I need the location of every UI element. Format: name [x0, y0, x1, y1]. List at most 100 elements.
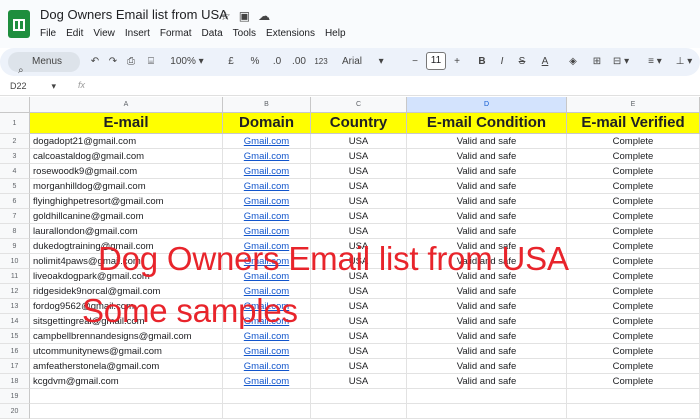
font-size-increase-button[interactable]: + [452, 48, 462, 76]
table-cell-condition[interactable]: Valid and safe [407, 209, 567, 224]
column-header-c[interactable]: C [311, 97, 407, 113]
column-header-d[interactable]: D [407, 97, 567, 113]
table-cell-country[interactable]: USA [311, 299, 407, 314]
row-header[interactable]: 7 [0, 209, 30, 224]
row-header[interactable]: 18 [0, 374, 30, 389]
table-cell-verified[interactable]: Complete [567, 239, 700, 254]
align-icon[interactable]: ≡ ▾ [644, 48, 666, 76]
star-icon[interactable]: ☆ [220, 9, 231, 23]
table-cell-condition[interactable]: Valid and safe [407, 344, 567, 359]
increase-decimal-button[interactable]: .00 [290, 48, 308, 76]
row-header[interactable]: 19 [0, 389, 30, 404]
row-header[interactable]: 3 [0, 149, 30, 164]
header-cell[interactable]: Domain [223, 113, 311, 134]
empty-cell[interactable] [407, 389, 567, 404]
number-format-button[interactable]: 123 [312, 48, 330, 76]
row-header[interactable]: 14 [0, 314, 30, 329]
table-cell-country[interactable]: USA [311, 329, 407, 344]
row-header[interactable]: 4 [0, 164, 30, 179]
table-cell-country[interactable]: USA [311, 179, 407, 194]
table-cell-condition[interactable]: Valid and safe [407, 194, 567, 209]
table-cell-verified[interactable]: Complete [567, 224, 700, 239]
empty-cell[interactable] [223, 404, 311, 419]
header-cell[interactable]: E-mail Condition [407, 113, 567, 134]
menu-item-insert[interactable]: Insert [125, 28, 150, 39]
menu-item-format[interactable]: Format [160, 28, 192, 39]
table-cell-email[interactable]: kcgdvm@gmail.com [30, 374, 223, 389]
text-color-icon[interactable]: A [538, 48, 552, 76]
table-cell-verified[interactable]: Complete [567, 329, 700, 344]
table-cell-condition[interactable]: Valid and safe [407, 374, 567, 389]
table-cell-domain[interactable]: Gmail.com [223, 224, 311, 239]
table-cell-condition[interactable]: Valid and safe [407, 359, 567, 374]
table-cell-condition[interactable]: Valid and safe [407, 299, 567, 314]
table-cell-verified[interactable]: Complete [567, 359, 700, 374]
move-folder-icon[interactable]: ▣ [239, 9, 250, 23]
table-cell-email[interactable]: flyinghighpetresort@gmail.com [30, 194, 223, 209]
menu-item-tools[interactable]: Tools [233, 28, 256, 39]
table-cell-country[interactable]: USA [311, 344, 407, 359]
table-cell-domain[interactable]: Gmail.com [223, 344, 311, 359]
table-cell-verified[interactable]: Complete [567, 269, 700, 284]
table-cell-verified[interactable]: Complete [567, 134, 700, 149]
table-cell-domain[interactable]: Gmail.com [223, 209, 311, 224]
row-header[interactable]: 20 [0, 404, 30, 419]
header-cell[interactable]: E-mail Verified [567, 113, 700, 134]
table-cell-verified[interactable]: Complete [567, 314, 700, 329]
select-all-corner[interactable] [0, 97, 30, 113]
table-cell-condition[interactable]: Valid and safe [407, 284, 567, 299]
table-cell-email[interactable]: dogadopt21@gmail.com [30, 134, 223, 149]
empty-cell[interactable] [567, 389, 700, 404]
row-header[interactable]: 1 [0, 113, 30, 134]
row-header[interactable]: 9 [0, 239, 30, 254]
table-cell-domain[interactable]: Gmail.com [223, 359, 311, 374]
bold-icon[interactable]: B [476, 48, 488, 76]
table-cell-verified[interactable]: Complete [567, 344, 700, 359]
table-cell-verified[interactable]: Complete [567, 164, 700, 179]
table-cell-condition[interactable]: Valid and safe [407, 224, 567, 239]
table-cell-country[interactable]: USA [311, 164, 407, 179]
currency-button[interactable]: £ [226, 48, 236, 76]
row-header[interactable]: 10 [0, 254, 30, 269]
table-cell-country[interactable]: USA [311, 209, 407, 224]
row-header[interactable]: 15 [0, 329, 30, 344]
table-cell-verified[interactable]: Complete [567, 179, 700, 194]
table-cell-country[interactable]: USA [311, 149, 407, 164]
table-cell-country[interactable]: USA [311, 359, 407, 374]
table-cell-domain[interactable]: Gmail.com [223, 134, 311, 149]
zoom-select[interactable]: 100% ▾ [170, 48, 204, 76]
row-header[interactable]: 6 [0, 194, 30, 209]
menu-item-edit[interactable]: Edit [66, 28, 83, 39]
table-cell-email[interactable]: calcoastaldog@gmail.com [30, 149, 223, 164]
font-size-input[interactable]: 11 [426, 52, 446, 70]
table-cell-country[interactable]: USA [311, 134, 407, 149]
row-header[interactable]: 16 [0, 344, 30, 359]
document-title[interactable]: Dog Owners Email list from USA [40, 7, 228, 22]
table-cell-country[interactable]: USA [311, 374, 407, 389]
table-cell-country[interactable]: USA [311, 314, 407, 329]
table-cell-verified[interactable]: Complete [567, 254, 700, 269]
menus-search[interactable]: ⌕ Menus [8, 52, 80, 76]
menu-item-data[interactable]: Data [202, 28, 223, 39]
empty-cell[interactable] [407, 404, 567, 419]
table-cell-country[interactable]: USA [311, 284, 407, 299]
strikethrough-icon[interactable]: S [516, 48, 528, 76]
table-cell-condition[interactable]: Valid and safe [407, 329, 567, 344]
borders-icon[interactable]: ⊞ [590, 48, 604, 76]
column-header-b[interactable]: B [223, 97, 311, 113]
empty-cell[interactable] [30, 404, 223, 419]
empty-cell[interactable] [311, 404, 407, 419]
table-cell-verified[interactable]: Complete [567, 194, 700, 209]
table-cell-country[interactable]: USA [311, 224, 407, 239]
table-cell-condition[interactable]: Valid and safe [407, 314, 567, 329]
table-cell-domain[interactable]: Gmail.com [223, 329, 311, 344]
table-cell-email[interactable]: campbellbrennandesigns@gmail.com [30, 329, 223, 344]
menu-item-extensions[interactable]: Extensions [266, 28, 315, 39]
table-cell-email[interactable]: rosewoodk9@gmail.com [30, 164, 223, 179]
header-cell[interactable]: E-mail [30, 113, 223, 134]
table-cell-email[interactable]: utcommunitynews@gmail.com [30, 344, 223, 359]
empty-cell[interactable] [567, 404, 700, 419]
table-cell-country[interactable]: USA [311, 194, 407, 209]
menu-item-file[interactable]: File [40, 28, 56, 39]
name-box[interactable]: D22 ▾ [10, 81, 56, 92]
